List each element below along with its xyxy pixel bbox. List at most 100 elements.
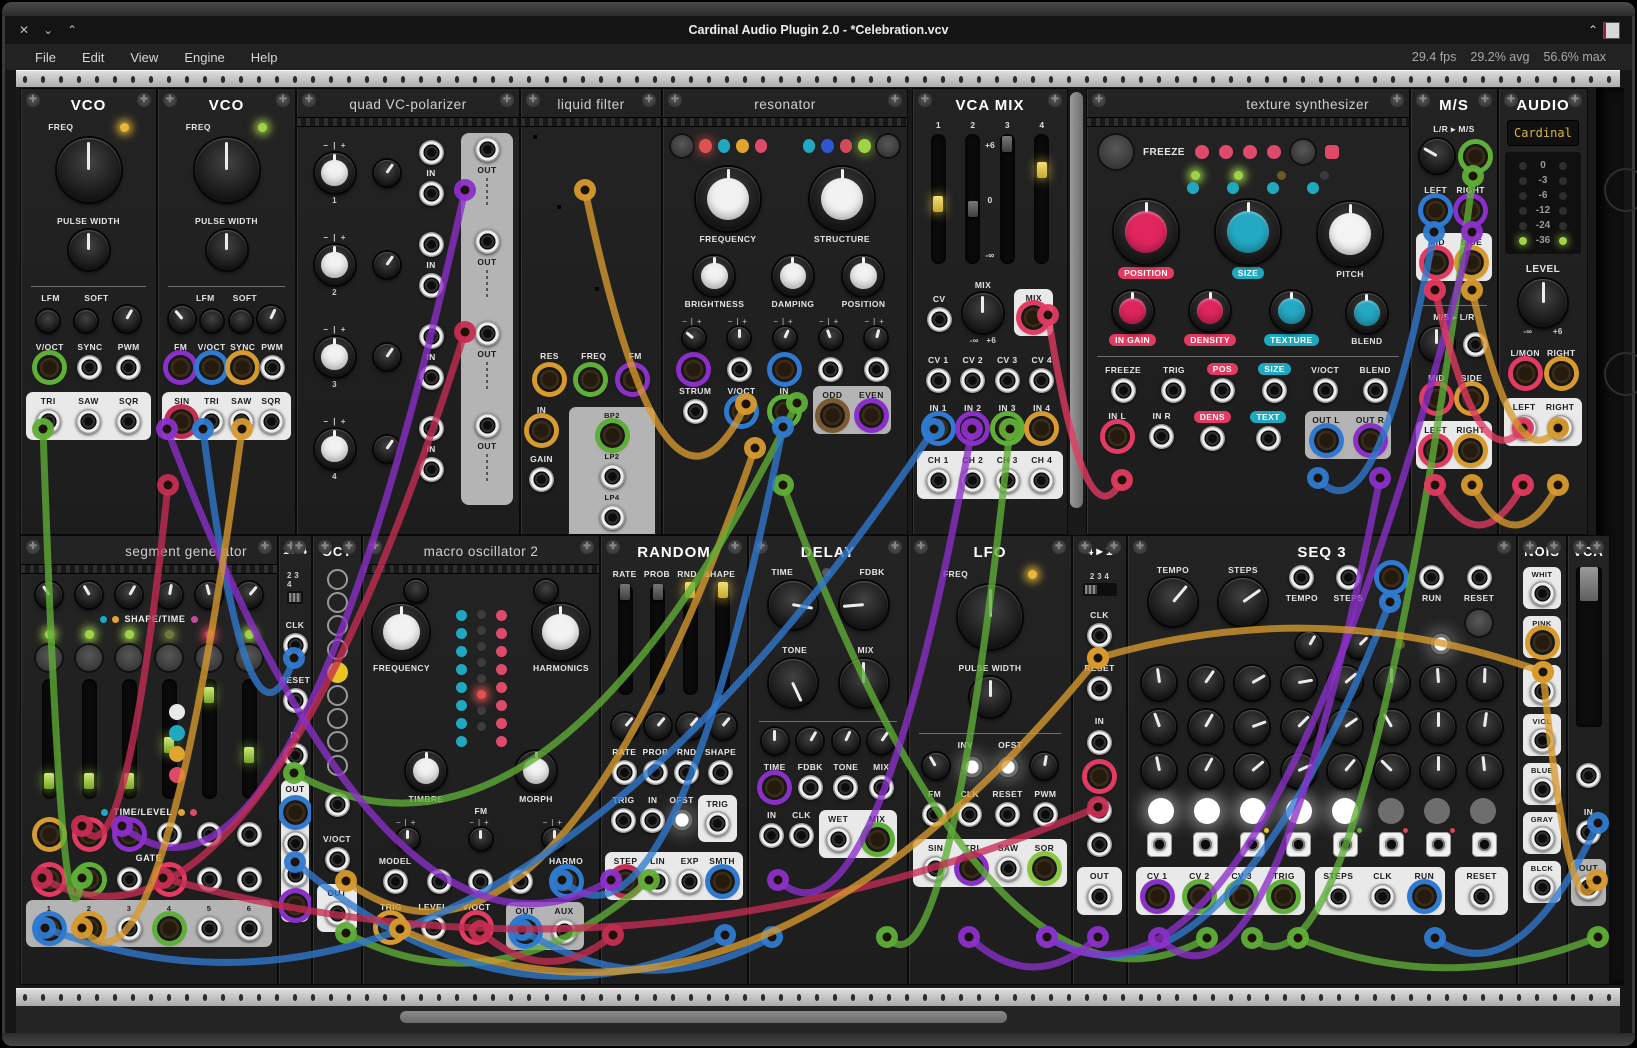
decode-cv-jack[interactable]: [1463, 332, 1488, 357]
fm-cv-jack[interactable]: [468, 869, 493, 894]
step-light[interactable]: [1378, 798, 1404, 824]
lr-out-jack[interactable]: [1458, 438, 1483, 463]
lr-in-jack[interactable]: [1423, 198, 1448, 223]
tl-jack[interactable]: [197, 822, 222, 847]
menu-view[interactable]: View: [130, 50, 158, 65]
step-light[interactable]: [1194, 798, 1220, 824]
bottom-jack[interactable]: [464, 915, 489, 940]
polarizer-knob[interactable]: [315, 429, 355, 469]
soft-switch[interactable]: [230, 310, 252, 332]
odd-jack[interactable]: [820, 403, 845, 428]
gate-jack[interactable]: [157, 867, 182, 892]
tempo-cv-attenuator[interactable]: [1296, 632, 1322, 658]
menu-file[interactable]: File: [35, 50, 56, 65]
in-jack[interactable]: [283, 743, 308, 768]
pwm-attenuator[interactable]: [114, 306, 140, 332]
seq-knob[interactable]: [1142, 754, 1176, 788]
shape-knob[interactable]: [236, 582, 262, 608]
out-jack[interactable]: [613, 869, 638, 894]
cv-jack[interactable]: [1210, 378, 1235, 403]
seq-knob[interactable]: [1328, 666, 1362, 700]
out-jack[interactable]: [1358, 428, 1383, 453]
seq-knob[interactable]: [1189, 666, 1223, 700]
output-jack[interactable]: [76, 409, 101, 434]
model-jack[interactable]: [383, 869, 408, 894]
channel-fader[interactable]: [1034, 134, 1049, 264]
octave-selector[interactable]: [313, 569, 361, 776]
vertical-scrollbar[interactable]: [1070, 92, 1083, 508]
shape-knob[interactable]: [36, 582, 62, 608]
timbre-attenuverter[interactable]: −|+: [396, 818, 419, 850]
position-cv-jack[interactable]: [818, 357, 843, 382]
prob-attenuator[interactable]: [645, 713, 671, 739]
cv-jack[interactable]: [1313, 378, 1338, 403]
mode-select-button[interactable]: [1291, 140, 1315, 164]
seq-knob[interactable]: [1375, 754, 1409, 788]
input-jack[interactable]: [37, 355, 62, 380]
noise-jack[interactable]: [1530, 826, 1555, 851]
out-jack[interactable]: [475, 413, 500, 438]
channel-switch[interactable]: [287, 591, 303, 604]
cv-attenuator[interactable]: [374, 160, 400, 186]
polarizer-knob[interactable]: [315, 245, 355, 285]
mode-jack[interactable]: [600, 464, 625, 489]
mid-knob[interactable]: [1113, 291, 1153, 331]
step-light[interactable]: [1286, 798, 1312, 824]
menu-help[interactable]: Help: [251, 50, 278, 65]
frequency-knob[interactable]: [373, 604, 429, 660]
clk-jack[interactable]: [283, 633, 308, 658]
ch-jack[interactable]: [926, 468, 951, 493]
out-jack[interactable]: [826, 827, 851, 852]
out-jack[interactable]: [475, 321, 500, 346]
gate-jack[interactable]: [117, 867, 142, 892]
bottom-jack[interactable]: [378, 915, 403, 940]
mid-knob[interactable]: [843, 256, 883, 296]
cv-attenuator[interactable]: [374, 436, 400, 462]
shape-knob[interactable]: [196, 582, 222, 608]
numbered-jack[interactable]: [237, 916, 262, 941]
tone-knob[interactable]: [769, 659, 817, 707]
clk-jack[interactable]: [789, 823, 814, 848]
random-fader[interactable]: [715, 585, 730, 695]
voct-jack[interactable]: [729, 399, 754, 424]
out-jack[interactable]: [1314, 428, 1339, 453]
ch-jack[interactable]: [960, 468, 985, 493]
decode-width-knob[interactable]: [1420, 327, 1454, 361]
seq-knob[interactable]: [1421, 754, 1455, 788]
in-jack[interactable]: [960, 416, 985, 441]
gate-jack[interactable]: [1379, 832, 1404, 857]
cv-jack[interactable]: [620, 367, 645, 392]
out-jack[interactable]: [283, 800, 308, 825]
in-jack[interactable]: [1105, 424, 1130, 449]
seq-knob[interactable]: [1189, 754, 1223, 788]
encode-cv-jack[interactable]: [1463, 144, 1488, 169]
seq-knob[interactable]: [1328, 710, 1362, 744]
gate-jack[interactable]: [197, 867, 222, 892]
gate-jack[interactable]: [1472, 832, 1497, 857]
mix-cv-attenuator[interactable]: [868, 728, 894, 754]
polarizer-knob[interactable]: [315, 153, 355, 193]
mix-knob[interactable]: [963, 293, 1003, 333]
gate-jack[interactable]: [1240, 832, 1265, 857]
gate-jack[interactable]: [1426, 832, 1451, 857]
attenuverter[interactable]: −|+: [682, 317, 705, 349]
in-jack[interactable]: [1087, 730, 1112, 755]
in-jack[interactable]: [640, 808, 665, 833]
timbre-knob[interactable]: [406, 751, 446, 791]
cv-jack[interactable]: [1161, 378, 1186, 403]
segment-fader[interactable]: [82, 679, 97, 799]
cv-jack[interactable]: [1029, 368, 1054, 393]
wave-jack[interactable]: [959, 856, 984, 881]
timbre-cv-jack[interactable]: [427, 869, 452, 894]
ch-jack[interactable]: [1029, 468, 1054, 493]
mid-knob[interactable]: [694, 256, 734, 296]
freq-knob[interactable]: [57, 138, 121, 202]
step-light[interactable]: [1470, 798, 1496, 824]
out-jack[interactable]: [283, 893, 308, 918]
noise-jack[interactable]: [1530, 875, 1555, 900]
menu-edit[interactable]: Edit: [82, 50, 104, 65]
seq-knob[interactable]: [1375, 710, 1409, 744]
lfm-switch[interactable]: [37, 310, 59, 332]
seq-cv-jack[interactable]: [1419, 565, 1444, 590]
out-jack[interactable]: [475, 137, 500, 162]
